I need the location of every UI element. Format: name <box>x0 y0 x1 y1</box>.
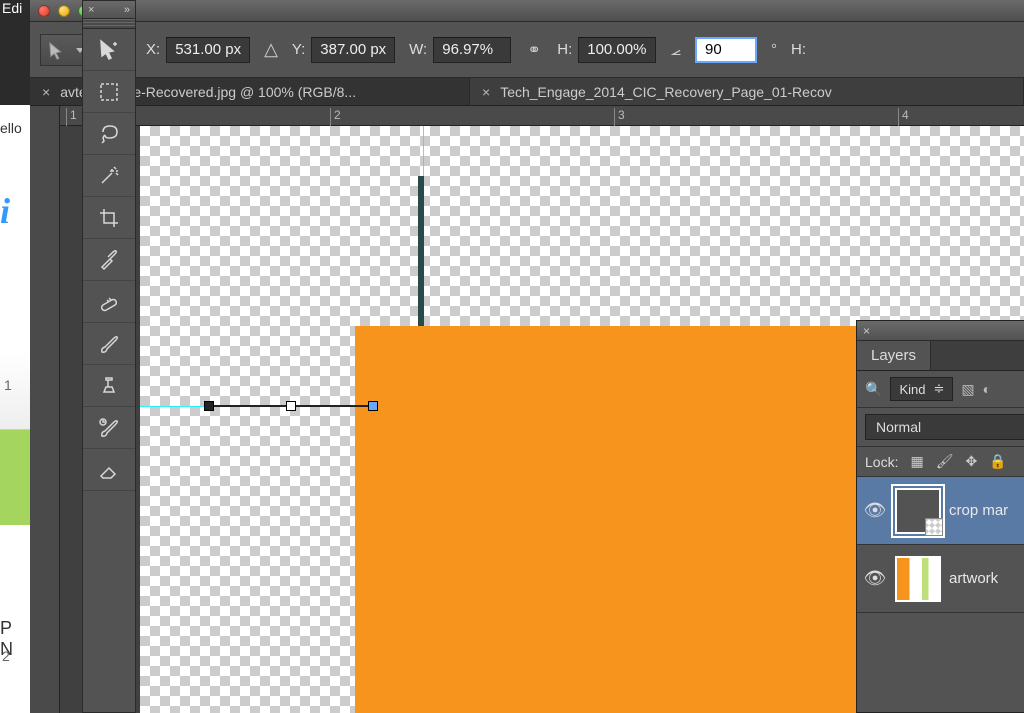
eraser-tool[interactable] <box>83 449 135 491</box>
ruler-tick: 2 <box>330 108 341 126</box>
layer-row-crop-mark[interactable]: 👁 crop mar <box>857 477 1024 545</box>
filter-adjust-icon[interactable]: ◐ <box>983 381 991 397</box>
layers-panel: × Layers 🔍 Kind ≑ ▧ ◐ Normal Lock: ▦ 🖌 ✥… <box>856 320 1024 713</box>
ruler-tick: 3 <box>614 108 625 126</box>
x-label: X: <box>146 41 160 58</box>
w-label: W: <box>409 41 427 58</box>
ruler-tick: 1 <box>66 108 77 126</box>
bg-top: Edi <box>0 0 30 105</box>
degree-label: ° <box>771 41 777 58</box>
y-label: Y: <box>292 41 305 58</box>
bg-blue-i: i <box>0 190 10 232</box>
layers-close-icon[interactable]: × <box>863 324 870 338</box>
layer-name[interactable]: artwork <box>949 570 998 587</box>
layers-tab[interactable]: Layers <box>857 341 931 370</box>
history-brush-tool[interactable] <box>83 407 135 449</box>
layer-filter-dropdown[interactable]: Kind ≑ <box>890 377 953 401</box>
minimize-window-button[interactable] <box>58 5 70 17</box>
lock-row: Lock: ▦ 🖌 ✥ 🔒 <box>857 447 1024 477</box>
bg-num-1: 1 <box>4 377 12 393</box>
h-value-input[interactable]: 100.00% <box>578 37 656 63</box>
x-position-field: X: 531.00 px <box>146 37 250 63</box>
tools-panel: × » <box>82 0 136 713</box>
window-titlebar <box>30 0 1024 22</box>
bg-ello-label: ello <box>0 120 22 136</box>
layers-filter-row: 🔍 Kind ≑ ▧ ◐ <box>857 371 1024 408</box>
lock-pixels-icon[interactable]: 🖌 <box>936 453 954 470</box>
ruler-tick: 4 <box>898 108 909 126</box>
link-aspect-icon[interactable]: ⚭ <box>525 40 543 60</box>
layers-panel-header[interactable]: × <box>857 321 1024 341</box>
triangle-icon: △ <box>264 39 278 60</box>
crop-mark <box>418 176 424 336</box>
layer-visibility-icon[interactable]: 👁 <box>863 500 887 521</box>
transform-handle-left[interactable] <box>204 401 214 411</box>
brush-tool[interactable] <box>83 323 135 365</box>
close-tab-icon[interactable]: × <box>42 84 50 100</box>
close-window-button[interactable] <box>38 5 50 17</box>
tools-grip[interactable] <box>83 19 135 29</box>
ruler-origin-box[interactable] <box>30 106 60 126</box>
y-value-input[interactable]: 387.00 px <box>311 37 395 63</box>
transform-bounding-box[interactable] <box>206 401 376 411</box>
crop-tool[interactable] <box>83 197 135 239</box>
bg-green-block <box>0 430 30 525</box>
blend-mode-dropdown[interactable]: Normal <box>865 414 1024 440</box>
eyedropper-tool[interactable] <box>83 239 135 281</box>
search-icon[interactable]: 🔍 <box>865 381 882 398</box>
vertical-ruler[interactable] <box>30 126 60 713</box>
layer-row-artwork[interactable]: 👁 artwork <box>857 545 1024 613</box>
x-value-input[interactable]: 531.00 px <box>166 37 250 63</box>
layer-visibility-icon[interactable]: 👁 <box>863 568 887 589</box>
y-position-field: Y: 387.00 px <box>292 37 395 63</box>
marquee-tool[interactable] <box>83 71 135 113</box>
lasso-tool[interactable] <box>83 113 135 155</box>
transform-handle-mid[interactable] <box>286 401 296 411</box>
w-value-input[interactable]: 96.97% <box>433 37 511 63</box>
magic-wand-tool[interactable] <box>83 155 135 197</box>
blend-mode-row: Normal <box>857 408 1024 447</box>
tools-panel-header: × » <box>83 1 135 19</box>
healing-brush-tool[interactable] <box>83 281 135 323</box>
document-tab-2[interactable]: × Tech_Engage_2014_CIC_Recovery_Page_01-… <box>470 78 1024 105</box>
tools-expand-icon[interactable]: » <box>124 4 130 16</box>
move-tool[interactable] <box>83 29 135 71</box>
clone-stamp-tool[interactable] <box>83 365 135 407</box>
width-field: W: 96.97% <box>409 37 511 63</box>
tools-close-icon[interactable]: × <box>88 4 94 16</box>
smart-object-badge-icon <box>925 518 943 536</box>
photoshop-window: X: 531.00 px △ Y: 387.00 px W: 96.97% ⚭ … <box>30 0 1024 713</box>
layer-name[interactable]: crop mar <box>949 502 1008 519</box>
layers-panel-tabs: Layers <box>857 341 1024 371</box>
background-window: Edi ello i 1 PN 2 <box>0 0 30 713</box>
lock-all-icon[interactable]: 🔒 <box>989 453 1006 470</box>
height-field: H: 100.00% <box>557 37 656 63</box>
document-tabs: × avtex-square-Recovered.jpg @ 100% (RGB… <box>30 78 1024 106</box>
options-bar: X: 531.00 px △ Y: 387.00 px W: 96.97% ⚭ … <box>30 22 1024 78</box>
transform-handle-right[interactable] <box>368 401 378 411</box>
document-tab-label: Tech_Engage_2014_CIC_Recovery_Page_01-Re… <box>500 84 832 100</box>
lock-transparent-icon[interactable]: ▦ <box>910 453 923 470</box>
rotation-input[interactable]: 90 <box>695 37 757 63</box>
skew-h-label: H: <box>791 41 806 58</box>
lock-position-icon[interactable]: ✥ <box>965 453 977 470</box>
layer-thumbnail[interactable] <box>895 488 941 534</box>
h-label: H: <box>557 41 572 58</box>
horizontal-ruler[interactable]: 1 2 3 4 <box>30 106 1024 126</box>
angle-icon: ⦟ <box>670 39 681 60</box>
bg-num-2: 2 <box>2 648 10 664</box>
layer-thumbnail[interactable] <box>895 556 941 602</box>
close-tab-icon[interactable]: × <box>482 84 490 100</box>
filter-pixel-icon[interactable]: ▧ <box>961 381 974 398</box>
lock-label: Lock: <box>865 454 898 470</box>
